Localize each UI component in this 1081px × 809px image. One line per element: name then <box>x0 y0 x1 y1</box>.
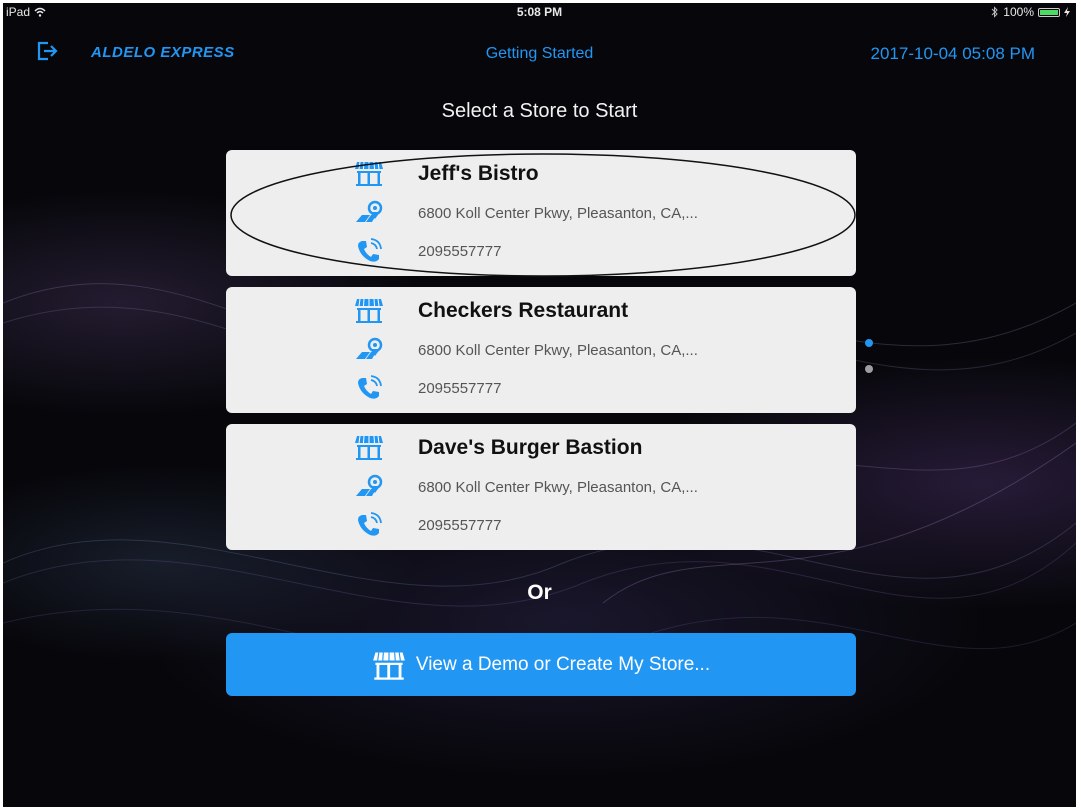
store-address: 6800 Koll Center Pkwy, Pleasanton, CA,..… <box>418 205 698 222</box>
nav-datetime: 2017-10-04 05:08 PM <box>870 44 1035 63</box>
page-indicator[interactable] <box>865 339 873 391</box>
phone-icon <box>358 375 382 399</box>
store-name: Jeff's Bistro <box>418 162 539 185</box>
battery-icon <box>1038 7 1060 17</box>
charging-icon <box>1064 7 1070 17</box>
store-phone: 2095557777 <box>418 243 502 260</box>
store-name: Dave's Burger Bastion <box>418 436 643 459</box>
store-phone: 2095557777 <box>418 380 502 397</box>
store-card[interactable]: Checkers Restaurant 6800 Koll Center Pkw… <box>226 287 856 413</box>
store-card[interactable]: Jeff's Bistro 6800 Koll Center Pkwy, Ple… <box>226 150 856 276</box>
app-screen: iPad 5:08 PM 100% ALDELO EXPRESS Getting… <box>3 3 1076 807</box>
phone-icon <box>358 238 382 262</box>
status-time: 5:08 PM <box>516 5 563 19</box>
location-pin-icon <box>356 200 383 222</box>
store-phone: 2095557777 <box>418 517 502 534</box>
battery-percent: 100% <box>1003 5 1034 19</box>
or-label: Or <box>527 581 552 604</box>
status-bar: iPad 5:08 PM 100% <box>3 3 1076 21</box>
storefront-icon <box>355 161 383 186</box>
store-name: Checkers Restaurant <box>418 299 629 322</box>
view-demo-button[interactable]: View a Demo or Create My Store... <box>226 633 856 696</box>
storefront-icon <box>355 298 383 323</box>
view-demo-label: View a Demo or Create My Store... <box>415 653 711 675</box>
page-dot-active[interactable] <box>865 339 873 347</box>
storefront-icon <box>355 435 383 460</box>
phone-icon <box>358 512 382 536</box>
store-address: 6800 Koll Center Pkwy, Pleasanton, CA,..… <box>418 479 698 496</box>
store-address: 6800 Koll Center Pkwy, Pleasanton, CA,..… <box>418 342 698 359</box>
bluetooth-icon <box>991 6 999 18</box>
location-pin-icon <box>356 337 383 359</box>
location-pin-icon <box>356 474 383 496</box>
store-card[interactable]: Dave's Burger Bastion 6800 Koll Center P… <box>226 424 856 550</box>
storefront-icon <box>372 651 405 680</box>
page-heading: Select a Store to Start <box>441 100 638 122</box>
page-dot[interactable] <box>865 365 873 373</box>
